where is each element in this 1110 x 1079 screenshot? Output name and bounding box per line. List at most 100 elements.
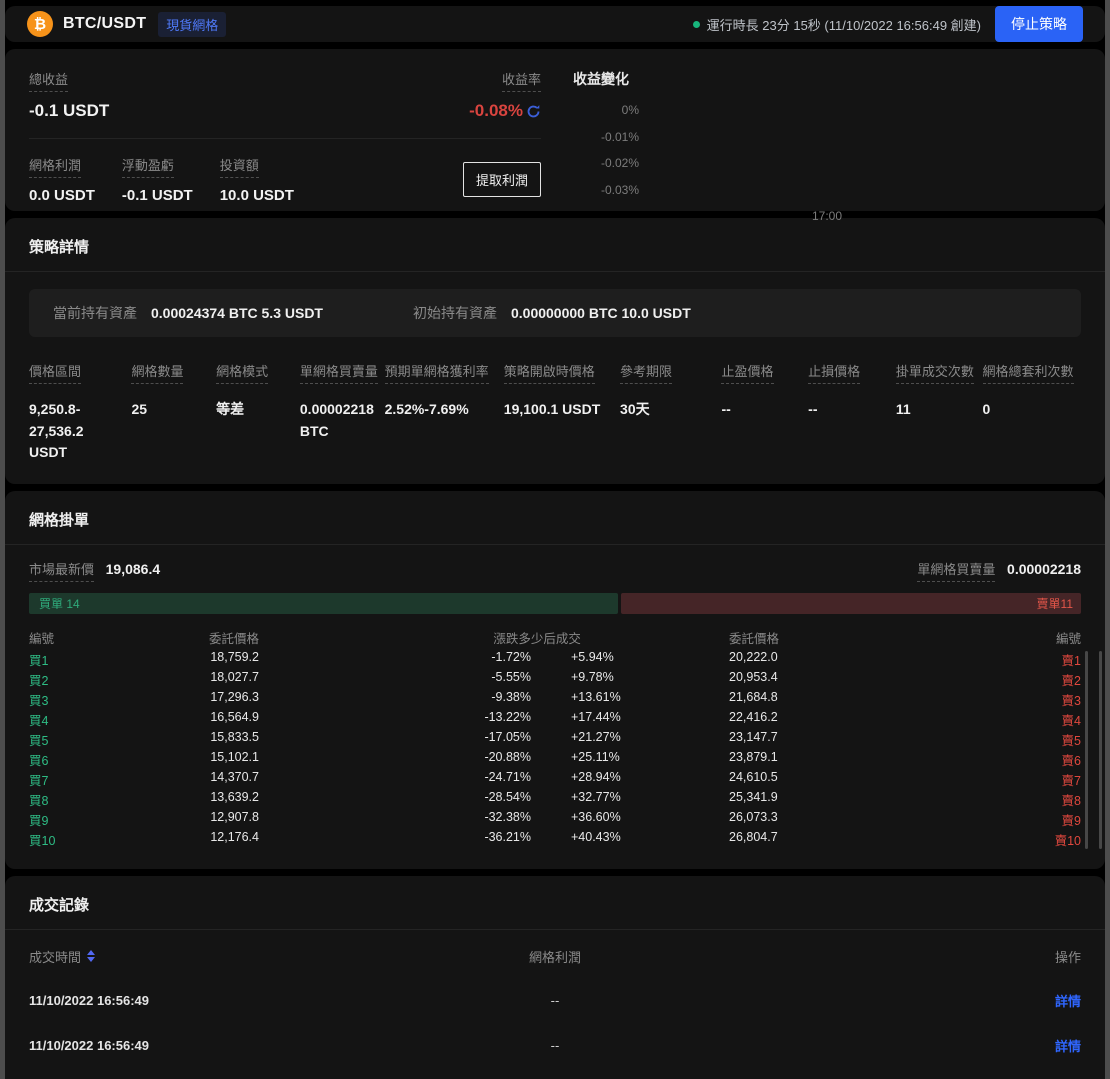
trade-record-row: 11/10/2022 16:56:49--詳情 xyxy=(29,1023,1081,1068)
sell-order-change: +13.61% xyxy=(571,690,651,709)
sell-bar-label: 賣單11 xyxy=(1037,595,1073,612)
trade-grid-profit: -- xyxy=(551,1038,560,1053)
strategy-field: 預期單網格獲利率2.52%-7.69% xyxy=(385,361,504,464)
trade-record-row: 11/10/2022 16:56:49--詳情 xyxy=(29,1068,1081,1079)
buy-order-price: 18,027.7 xyxy=(187,670,259,689)
strategy-details-panel: 策略詳情 當前持有資產0.00024374 BTC 5.3 USDT初始持有資產… xyxy=(5,218,1105,484)
pnl-stats-row: 網格利潤0.0 USDT 浮動盈虧-0.1 USDT 投資額 10.0 USDT 提取… xyxy=(29,155,541,204)
grid-order-row: 買813,639.2-28.54%+32.77%25,341.9賣8 xyxy=(29,789,1081,809)
withdraw-profit-button[interactable]: 提取利潤 xyxy=(463,162,541,197)
refresh-icon[interactable] xyxy=(526,104,541,119)
strategy-field-value: 30天 xyxy=(620,399,721,421)
strategy-field: 參考期限30天 xyxy=(620,361,721,464)
total-profit-label: 總收益 xyxy=(29,69,68,92)
strategy-field-value: 0.00002218BTC xyxy=(300,399,385,442)
sell-order-price: 22,416.2 xyxy=(729,710,849,729)
market-price-value: 19,086.4 xyxy=(106,561,161,577)
holding-label: 當前持有資產 xyxy=(53,305,137,321)
trade-time: 11/10/2022 16:56:49 xyxy=(29,993,149,1008)
strategy-field-value: -- xyxy=(721,399,808,421)
holding-label: 初始持有資產 xyxy=(413,305,497,321)
trade-record-row: 11/10/2022 16:56:49--詳情 xyxy=(29,978,1081,1023)
sell-order-change: +40.43% xyxy=(571,830,651,849)
sell-order-change: +21.27% xyxy=(571,730,651,749)
sell-table-scrollbar[interactable] xyxy=(1099,651,1102,849)
buy-order-change: -20.88% xyxy=(259,750,537,769)
sell-order-id: 賣2 xyxy=(849,670,1081,689)
holding-value: 0.00000000 BTC 10.0 USDT xyxy=(511,305,691,321)
strategy-field-label: 網格數量 xyxy=(131,361,183,384)
strategy-field-value: 19,100.1 USDT xyxy=(504,399,620,421)
divider xyxy=(5,544,1105,545)
strategy-field-label: 價格區間 xyxy=(29,361,81,384)
sell-price-header: 委託價格 xyxy=(729,628,849,649)
buy-order-id: 買1 xyxy=(29,650,187,669)
grid-profit-header: 網格利潤 xyxy=(529,947,581,966)
pnl-stat-value: 0.0 USDT xyxy=(29,187,95,204)
strategy-field-label: 預期單網格獲利率 xyxy=(385,361,489,384)
sell-orders-bar: 賣單11 xyxy=(621,593,1081,614)
sell-order-id: 賣9 xyxy=(849,810,1081,829)
buy-order-id: 買3 xyxy=(29,690,187,709)
page: ₿ BTC/USDT 現貨網格 運行時長 23分 15秒 (11/10/2022… xyxy=(0,0,1110,1079)
strategy-field-label: 策略開啟時價格 xyxy=(504,361,595,384)
chart-y-tick: -0.02% xyxy=(573,156,639,183)
strategy-field: 單網格買賣量 0.00002218BTC xyxy=(300,361,385,464)
pnl-stat-value: 10.0 USDT xyxy=(220,187,294,204)
strategy-field-value: 9,250.8-27,536.2 USDT xyxy=(29,399,131,464)
buy-orders-bar: 買單 14 xyxy=(29,593,618,614)
buy-order-id: 買8 xyxy=(29,790,187,809)
runtime-status: 運行時長 23分 15秒 (11/10/2022 16:56:49 創建) xyxy=(693,15,981,34)
market-price-label: 市場最新價 xyxy=(29,559,94,582)
pnl-summary: 總收益 -0.1 USDT 收益率 -0.08% 網格利潤0.0 USDT浮動盈… xyxy=(29,69,541,187)
sell-order-price: 26,073.3 xyxy=(729,810,849,829)
strategy-field-label: 止盈價格 xyxy=(721,361,773,384)
buy-order-price: 17,296.3 xyxy=(187,690,259,709)
stop-strategy-button[interactable]: 停止策略 xyxy=(995,6,1083,42)
change-to-fill-header: 漲跌多少后成交 xyxy=(493,628,581,647)
grid-order-row: 買714,370.7-24.71%+28.94%24,610.5賣7 xyxy=(29,769,1081,789)
trade-records-title: 成交記錄 xyxy=(29,894,1081,915)
chart-y-tick: -0.01% xyxy=(573,130,639,157)
buy-sell-ratio-bar: 買單 14 賣單11 xyxy=(29,593,1081,614)
action-header: 操作 xyxy=(1055,947,1081,966)
total-profit-value: -0.1 USDT xyxy=(29,101,109,121)
pnl-stat-label: 投資額 xyxy=(220,155,259,178)
buy-table-scrollbar[interactable] xyxy=(1085,651,1088,849)
buy-order-change: -5.55% xyxy=(259,670,537,689)
top-bar: ₿ BTC/USDT 現貨網格 運行時長 23分 15秒 (11/10/2022… xyxy=(5,6,1105,42)
strategy-field: 掛單成交次數11 xyxy=(896,361,983,464)
sell-order-change: +28.94% xyxy=(571,770,651,789)
sell-order-id: 賣8 xyxy=(849,790,1081,809)
buy-price-header: 委託價格 xyxy=(187,628,259,649)
grid-order-row: 買218,027.7-5.55%+9.78%20,953.4賣2 xyxy=(29,669,1081,689)
pnl-stat: 網格利潤0.0 USDT xyxy=(29,155,95,204)
divider xyxy=(5,929,1105,930)
grid-order-row: 買1012,176.4-36.21%+40.43%26,804.7賣10 xyxy=(29,829,1081,849)
pnl-stat: 浮動盈虧-0.1 USDT xyxy=(122,155,193,204)
grid-orders-table-header: 編號 委託價格 委託價格 編號 漲跌多少后成交 xyxy=(29,628,1081,649)
grid-order-row: 買515,833.5-17.05%+21.27%23,147.7賣5 xyxy=(29,729,1081,749)
sell-order-price: 20,222.0 xyxy=(729,650,849,669)
grid-order-row: 買416,564.9-13.22%+17.44%22,416.2賣4 xyxy=(29,709,1081,729)
pnl-stat: 投資額 10.0 USDT xyxy=(220,155,294,204)
strategy-field-value: 25 xyxy=(131,399,216,421)
buy-order-id: 買7 xyxy=(29,770,187,789)
strategy-field-label: 單網格買賣量 xyxy=(300,361,378,384)
buy-order-price: 15,833.5 xyxy=(187,730,259,749)
runtime-text: 運行時長 23分 15秒 (11/10/2022 16:56:49 創建) xyxy=(707,15,981,34)
sell-order-change: +36.60% xyxy=(571,810,651,829)
pnl-panel: 總收益 -0.1 USDT 收益率 -0.08% 網格利潤0.0 USDT浮動盈… xyxy=(5,49,1105,211)
strategy-field-label: 止損價格 xyxy=(808,361,860,384)
chart-x-tick: 17:00 xyxy=(573,209,1081,223)
sort-icon[interactable] xyxy=(87,950,95,962)
sell-order-price: 21,684.8 xyxy=(729,690,849,709)
grid-order-row: 買118,759.2-1.72%+5.94%20,222.0賣1 xyxy=(29,649,1081,669)
trade-detail-link[interactable]: 詳情 xyxy=(1055,1036,1081,1055)
strategy-details-title: 策略詳情 xyxy=(29,236,1081,257)
strategy-field-value: -- xyxy=(808,399,896,421)
sell-order-change: +32.77% xyxy=(571,790,651,809)
profit-rate-value: -0.08% xyxy=(469,101,523,121)
trade-detail-link[interactable]: 詳情 xyxy=(1055,991,1081,1010)
strategy-field: 止盈價格 -- xyxy=(721,361,808,464)
